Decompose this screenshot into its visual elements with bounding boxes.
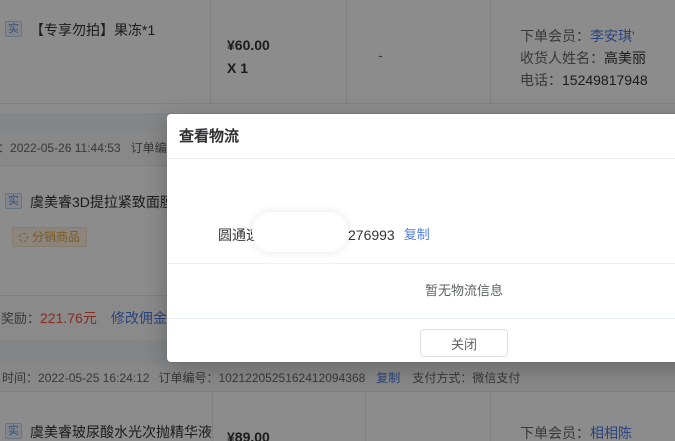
privacy-blur-patch: [252, 212, 348, 252]
dialog-footer-divider: [167, 318, 675, 319]
copy-tracking-link[interactable]: 复制: [404, 225, 430, 245]
logistics-dialog: 查看物流 圆通速 276993 复制 暂无物流信息 关闭: [167, 114, 675, 362]
dialog-header-divider: [167, 158, 675, 159]
dialog-title: 查看物流: [179, 128, 240, 145]
no-logistics-message: 暂无物流信息: [424, 283, 503, 298]
dialog-content-divider: [167, 263, 675, 264]
order-management-screen: 实 【专享勿拍】果冻*1 ¥60.00 X 1 - 下单会员：李安琪' 收货人姓…: [0, 0, 675, 441]
close-button[interactable]: 关闭: [420, 329, 508, 357]
tracking-number-suffix: 276993: [348, 227, 395, 243]
